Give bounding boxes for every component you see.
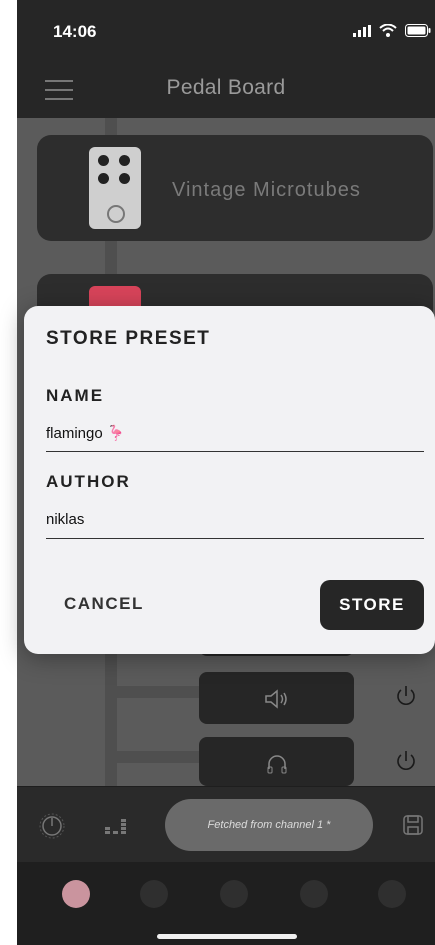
battery-icon	[405, 24, 431, 37]
tuner-knob-icon[interactable]	[39, 813, 65, 839]
signal-icon	[353, 24, 371, 37]
level-meter-icon[interactable]	[105, 816, 127, 836]
headphones-icon	[267, 755, 286, 774]
name-field[interactable]: flamingo 🦩	[46, 424, 126, 442]
speaker-button[interactable]	[199, 672, 354, 724]
save-icon[interactable]	[403, 815, 423, 835]
channel-dock	[17, 862, 435, 945]
pedal-card-label: Vintage Microtubes	[172, 179, 361, 201]
author-field[interactable]: niklas	[46, 511, 84, 528]
author-underline	[46, 538, 424, 539]
wifi-icon	[379, 24, 397, 37]
home-indicator[interactable]	[157, 934, 297, 939]
bottom-toolbar: Fetched from channel 1 *	[17, 786, 435, 863]
status-time: 14:06	[53, 22, 97, 41]
name-label: NAME	[46, 386, 105, 405]
headphones-button[interactable]	[199, 737, 354, 786]
name-underline	[46, 451, 424, 452]
dialog-title: STORE PRESET	[46, 328, 211, 349]
speaker-power-icon[interactable]	[395, 685, 417, 707]
headphones-row	[17, 737, 435, 789]
headphones-power-icon[interactable]	[395, 750, 417, 772]
channel-dot-1[interactable]	[62, 880, 90, 908]
status-pill[interactable]: Fetched from channel 1 *	[165, 799, 373, 851]
status-icons	[353, 24, 431, 37]
channel-dot-3[interactable]	[220, 880, 248, 908]
page-title: Pedal Board	[166, 76, 286, 99]
pedal-card-vintage-microtubes[interactable]: Vintage Microtubes	[37, 135, 433, 241]
author-label: AUTHOR	[46, 472, 131, 491]
store-button[interactable]: STORE	[320, 580, 424, 630]
channel-dot-5[interactable]	[378, 880, 406, 908]
pedal-image	[89, 147, 141, 229]
status-bar: 14:06	[17, 0, 435, 60]
channel-dot-2[interactable]	[140, 880, 168, 908]
nav-bar: Pedal Board	[17, 60, 435, 118]
store-preset-dialog: STORE PRESET NAME flamingo 🦩 AUTHOR nikl…	[24, 306, 435, 654]
channel-dot-4[interactable]	[300, 880, 328, 908]
speaker-icon	[264, 689, 287, 709]
speaker-row	[17, 672, 435, 724]
cancel-button[interactable]: CANCEL	[64, 594, 144, 614]
